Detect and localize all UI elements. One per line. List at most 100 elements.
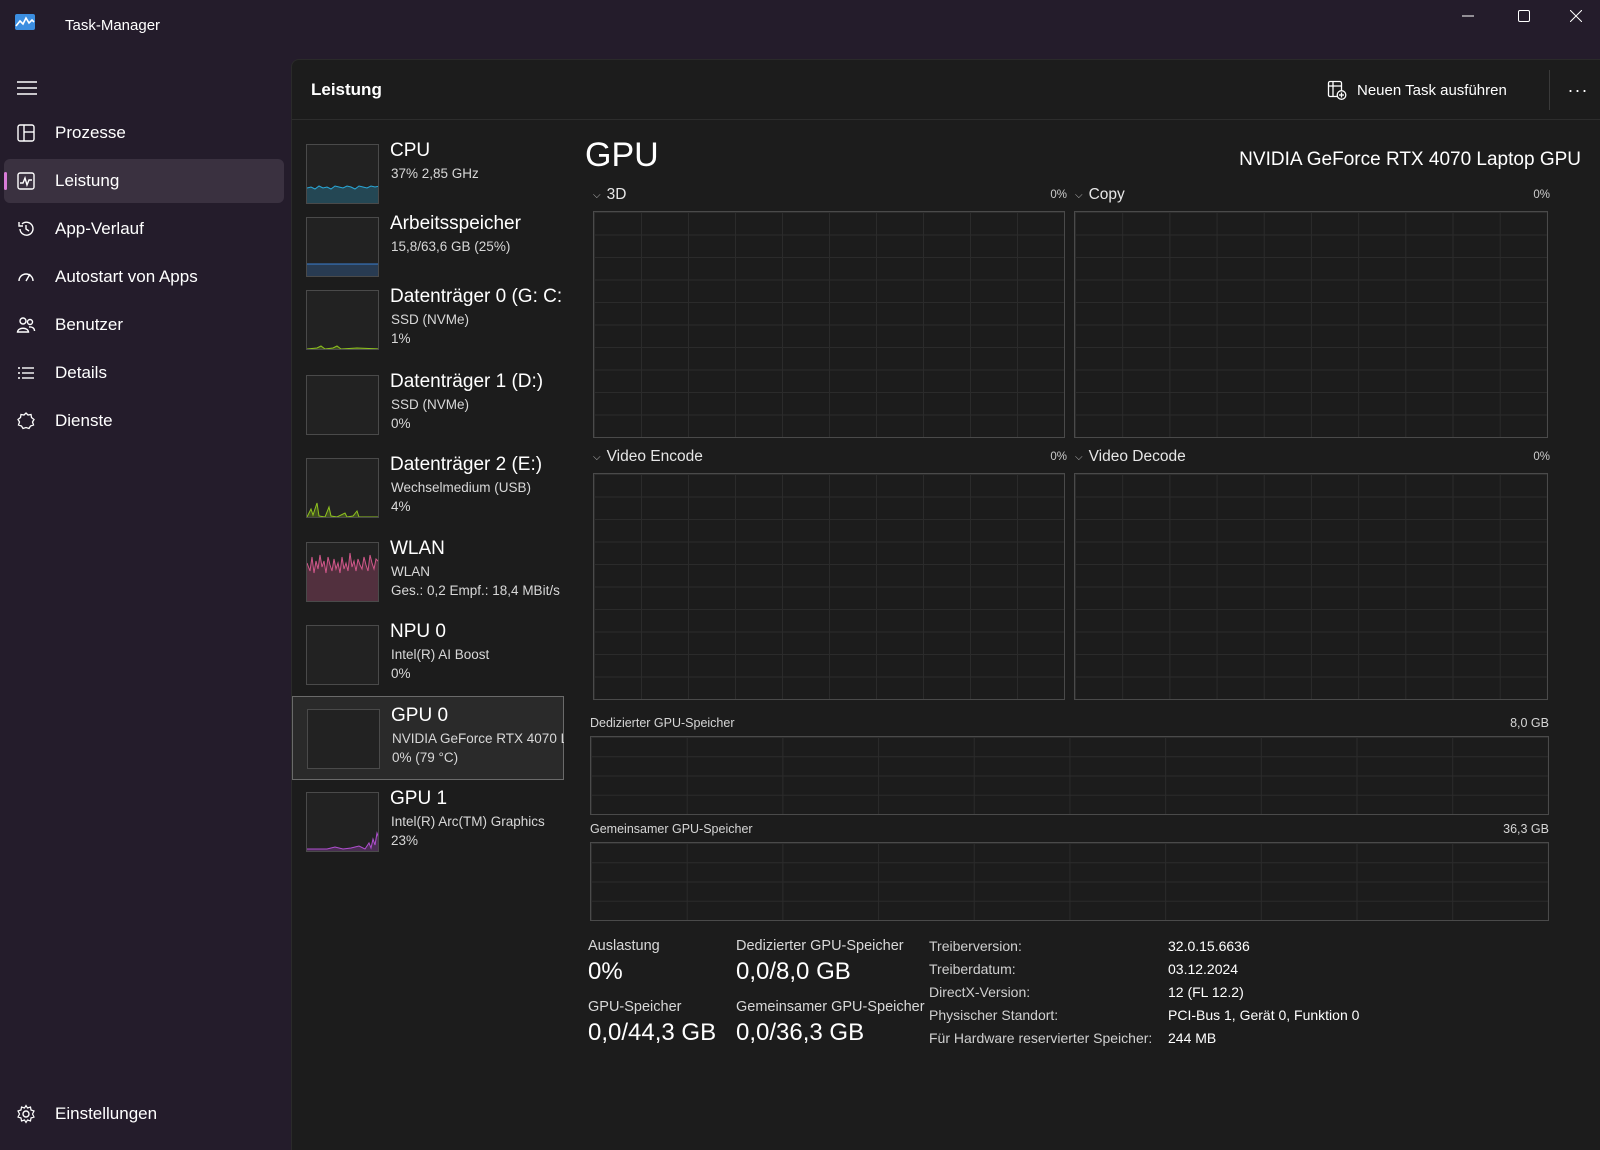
device-item-datentr-ger-2-e[interactable]: Datenträger 2 (E:) Wechselmedium (USB) 4% bbox=[292, 446, 564, 530]
sidebar-item-services[interactable]: Dienste bbox=[4, 399, 284, 443]
sidebar-item-details[interactable]: Details bbox=[4, 351, 284, 395]
run-new-task-label: Neuen Task ausführen bbox=[1357, 81, 1507, 99]
dedicated-memory-max: 8,0 GB bbox=[1510, 716, 1549, 730]
page-header: Leistung Neuen Task ausführen ··· bbox=[292, 60, 1600, 120]
sidebar-item-processes[interactable]: Prozesse bbox=[4, 111, 284, 155]
reserved-memory-label: Für Hardware reservierter Speicher: bbox=[929, 1030, 1153, 1046]
device-title: WLAN bbox=[390, 538, 445, 559]
utilization-label: Auslastung bbox=[588, 938, 660, 954]
device-detail: SSD (NVMe) bbox=[391, 312, 470, 327]
users-icon bbox=[16, 317, 36, 333]
graph-label-copy[interactable]: ⌵ Copy bbox=[1075, 186, 1125, 204]
chevron-down-icon: ⌵ bbox=[593, 451, 601, 463]
graph-percent: 0% bbox=[1533, 451, 1550, 463]
device-item-npu-0[interactable]: NPU 0 Intel(R) AI Boost 0% bbox=[292, 613, 564, 696]
sparkline-area bbox=[307, 186, 378, 203]
gpu-memory-stat-label: GPU-Speicher bbox=[588, 999, 682, 1015]
device-detail: Ges.: 0,2 Empf.: 18,4 MBit/s bbox=[391, 583, 560, 598]
graph-percent: 0% bbox=[1050, 189, 1067, 201]
engine-name: Video Encode bbox=[606, 448, 703, 465]
physical-location-label: Physischer Standort: bbox=[929, 1007, 1059, 1023]
maximize-button[interactable] bbox=[1496, 0, 1552, 32]
driver-version-value: 32.0.15.6636 bbox=[1168, 938, 1250, 954]
sparkline-graph bbox=[307, 831, 378, 851]
new-task-icon bbox=[1327, 80, 1347, 100]
driver-version-label: Treiberversion: bbox=[929, 938, 1022, 954]
device-detail: 37% 2,85 GHz bbox=[391, 166, 479, 181]
performance-panel: Leistung Neuen Task ausführen ··· CPU 37%… bbox=[291, 59, 1600, 1150]
dedicated-memory-stat-value: 0,0/8,0 GB bbox=[736, 958, 851, 985]
device-title: GPU 0 bbox=[391, 705, 449, 726]
sparkline-graph bbox=[307, 552, 378, 601]
startup-icon bbox=[18, 273, 34, 282]
graph-label-3d[interactable]: ⌵ 3D bbox=[593, 186, 626, 204]
more-options-button[interactable]: ··· bbox=[1562, 74, 1594, 106]
device-item-datentr-ger-0-g-c[interactable]: Datenträger 0 (G: C:) SSD (NVMe) 1% bbox=[292, 278, 564, 363]
device-detail: 23% bbox=[391, 833, 419, 848]
performance-icon bbox=[17, 172, 35, 190]
graph-shared-memory bbox=[590, 842, 1549, 921]
driver-date-value: 03.12.2024 bbox=[1168, 961, 1239, 977]
chevron-down-icon: ⌵ bbox=[1075, 451, 1083, 463]
gpu-heading: GPU bbox=[585, 136, 659, 174]
device-title: Arbeitsspeicher bbox=[390, 213, 521, 234]
device-sparkline bbox=[306, 792, 379, 852]
graph-label-video-encode[interactable]: ⌵ Video Encode bbox=[593, 448, 703, 466]
device-sparkline bbox=[306, 144, 379, 204]
shared-memory-label: Gemeinsamer GPU-Speicher bbox=[590, 822, 753, 836]
device-item-gpu-0[interactable]: GPU 0 NVIDIA GeForce RTX 4070 Laptop GPU 0… bbox=[292, 696, 564, 780]
sparkline-graph bbox=[307, 185, 378, 203]
graph-video-decode bbox=[1074, 473, 1548, 700]
page-title: Leistung bbox=[311, 80, 382, 99]
sidebar-item-label: Details bbox=[55, 363, 107, 382]
device-detail: 0% bbox=[391, 416, 411, 431]
graph-percent: 0% bbox=[1050, 451, 1067, 463]
minimize-button[interactable] bbox=[1440, 0, 1496, 32]
graph-copy bbox=[1074, 211, 1548, 438]
sparkline-area bbox=[307, 264, 378, 276]
device-detail: 1% bbox=[391, 331, 411, 346]
sidebar-item-app-history[interactable]: App-Verlauf bbox=[4, 207, 284, 251]
services-icon bbox=[17, 412, 35, 430]
device-detail: NVIDIA GeForce RTX 4070 Laptop GPU bbox=[392, 731, 564, 746]
gpu-memory-stat-value: 0,0/44,3 GB bbox=[588, 1019, 717, 1046]
sidebar-item-label: Prozesse bbox=[55, 123, 126, 142]
sparkline-graph bbox=[307, 345, 378, 349]
device-sparkline bbox=[306, 542, 379, 602]
run-new-task-button[interactable]: Neuen Task ausführen bbox=[1327, 72, 1507, 108]
maximize-icon bbox=[1518, 10, 1530, 22]
app-title: Task-Manager bbox=[65, 17, 161, 34]
reserved-memory-value: 244 MB bbox=[1168, 1030, 1217, 1046]
device-item-wlan[interactable]: WLAN WLAN Ges.: 0,2 Empf.: 18,4 MBit/s bbox=[292, 530, 564, 613]
close-button[interactable] bbox=[1552, 0, 1600, 32]
device-detail: Intel(R) Arc(TM) Graphics bbox=[391, 814, 545, 829]
history-icon bbox=[18, 221, 34, 236]
graph-label-video-decode[interactable]: ⌵ Video Decode bbox=[1075, 448, 1186, 466]
device-sparkline bbox=[306, 375, 379, 435]
device-title: Datenträger 1 (D:) bbox=[390, 371, 544, 392]
sidebar-item-label: Leistung bbox=[55, 171, 120, 190]
sidebar-item-label: Dienste bbox=[55, 411, 113, 430]
more-icon: ··· bbox=[1567, 79, 1589, 100]
utilization-value: 0% bbox=[588, 958, 623, 985]
hamburger-menu-icon[interactable] bbox=[16, 79, 38, 97]
device-sparkline bbox=[306, 217, 379, 277]
shared-memory-stat-value: 0,0/36,3 GB bbox=[736, 1019, 865, 1046]
device-title: CPU bbox=[390, 140, 431, 161]
shared-memory-max: 36,3 GB bbox=[1503, 822, 1549, 836]
dedicated-memory-label: Dedizierter GPU-Speicher bbox=[590, 716, 735, 730]
sidebar-item-users[interactable]: Benutzer bbox=[4, 303, 284, 347]
device-item-gpu-1[interactable]: GPU 1 Intel(R) Arc(TM) Graphics 23% bbox=[292, 780, 564, 863]
device-item-arbeitsspeicher[interactable]: Arbeitsspeicher 15,8/63,6 GB (25%) bbox=[292, 205, 564, 278]
settings-button[interactable]: Einstellungen bbox=[4, 1092, 284, 1136]
device-item-cpu[interactable]: CPU 37% 2,85 GHz bbox=[292, 132, 564, 205]
directx-version-value: 12 (FL 12.2) bbox=[1168, 984, 1244, 1000]
chevron-down-icon: ⌵ bbox=[1075, 189, 1083, 201]
sidebar-item-performance[interactable]: Leistung bbox=[4, 159, 284, 203]
device-detail: 4% bbox=[391, 499, 411, 514]
device-title: NPU 0 bbox=[390, 621, 446, 642]
sidebar-item-label: App-Verlauf bbox=[55, 219, 144, 238]
sidebar-item-startup-apps[interactable]: Autostart von Apps bbox=[4, 255, 284, 299]
gpu-model-name: NVIDIA GeForce RTX 4070 Laptop GPU bbox=[1239, 149, 1581, 170]
device-item-datentr-ger-1-d[interactable]: Datenträger 1 (D:) SSD (NVMe) 0% bbox=[292, 363, 564, 446]
